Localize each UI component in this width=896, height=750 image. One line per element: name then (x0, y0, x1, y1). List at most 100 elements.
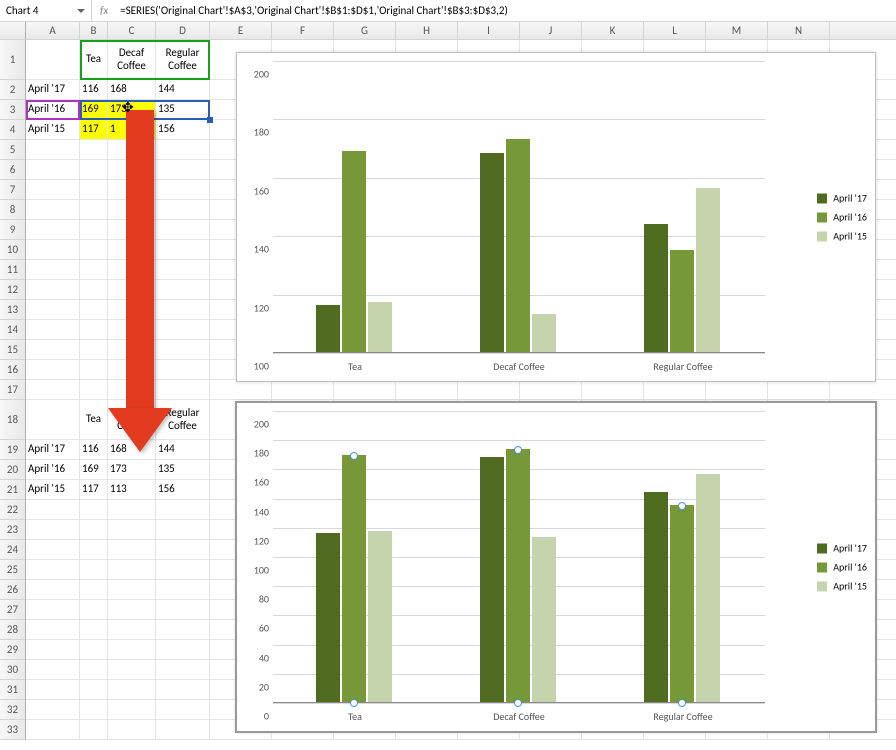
col-header[interactable]: J (520, 22, 582, 39)
formula-bar[interactable]: fx (92, 0, 896, 21)
select-all-corner[interactable] (0, 22, 26, 39)
row-header[interactable]: 15 (0, 340, 25, 360)
cell[interactable]: 173 (108, 460, 156, 479)
selection-handle-icon[interactable] (207, 117, 213, 123)
bar[interactable] (368, 302, 392, 352)
bar[interactable] (644, 224, 668, 352)
row-header[interactable]: 4 (0, 120, 25, 140)
row-header[interactable]: 17 (0, 380, 25, 400)
col-header[interactable]: D (156, 22, 210, 39)
bar[interactable] (506, 449, 530, 702)
row-header[interactable]: 30 (0, 660, 25, 680)
cell[interactable]: 169 (80, 100, 108, 119)
cell[interactable]: April '15 (26, 480, 80, 499)
row-header[interactable]: 11 (0, 260, 25, 280)
bar[interactable] (506, 139, 530, 352)
chart-object-1[interactable]: April '17 April '16 April '15 1001201401… (236, 52, 876, 382)
chart-legend[interactable]: April '17 April '16 April '15 (817, 536, 867, 599)
bar[interactable] (480, 457, 504, 702)
row-header[interactable]: 18 (0, 400, 25, 440)
bar[interactable] (532, 314, 556, 352)
cell[interactable]: 168 (108, 80, 156, 99)
legend-item[interactable]: April '15 (817, 230, 867, 243)
row-header[interactable]: 21 (0, 480, 25, 500)
chart-object-2-selected[interactable]: April '17 April '16 April '15 0204060801… (236, 402, 876, 732)
bar[interactable] (696, 188, 720, 352)
legend-item[interactable]: April '15 (817, 580, 867, 593)
col-header[interactable]: E (210, 22, 272, 39)
row-header[interactable]: 13 (0, 300, 25, 320)
col-header[interactable]: G (334, 22, 396, 39)
cell[interactable]: April '16 (26, 460, 80, 479)
plot-area[interactable] (273, 61, 765, 353)
cell[interactable]: 156 (156, 480, 210, 499)
cell[interactable]: 156 (156, 120, 210, 139)
cell[interactable]: 173 (108, 100, 156, 119)
legend-item[interactable]: April '16 (817, 561, 867, 574)
row-header[interactable]: 12 (0, 280, 25, 300)
row-header[interactable]: 26 (0, 580, 25, 600)
row-header[interactable]: 32 (0, 700, 25, 720)
name-box[interactable]: Chart 4 (0, 0, 92, 21)
chart-legend[interactable]: April '17 April '16 April '15 (817, 186, 867, 249)
row-header[interactable]: 24 (0, 540, 25, 560)
row-header[interactable]: 10 (0, 240, 25, 260)
cell[interactable]: April '17 (26, 440, 80, 459)
cell[interactable]: 1 (108, 120, 156, 139)
cell[interactable]: April '17 (26, 80, 80, 99)
col-header[interactable]: A (26, 22, 80, 39)
cell[interactable]: Decaf Coffee (108, 40, 156, 79)
col-header[interactable]: N (768, 22, 830, 39)
cell[interactable]: Tea (80, 40, 108, 79)
bar[interactable] (696, 474, 720, 702)
cell[interactable]: 116 (80, 80, 108, 99)
plot-area[interactable] (273, 411, 765, 703)
row-header[interactable]: 19 (0, 440, 25, 460)
col-header[interactable]: I (458, 22, 520, 39)
row-header[interactable]: 23 (0, 520, 25, 540)
cell[interactable]: 135 (156, 100, 210, 119)
row-header[interactable]: 16 (0, 360, 25, 380)
row-header[interactable]: 1 (0, 40, 25, 80)
col-header[interactable]: M (706, 22, 768, 39)
bar[interactable] (532, 537, 556, 702)
row-header[interactable]: 14 (0, 320, 25, 340)
cell[interactable]: April '15 (26, 120, 80, 139)
bar[interactable] (480, 153, 504, 352)
row-header[interactable]: 5 (0, 140, 25, 160)
cell[interactable]: 113 (108, 480, 156, 499)
cell[interactable]: 168 (108, 440, 156, 459)
row-header[interactable]: 28 (0, 620, 25, 640)
formula-input[interactable] (118, 3, 896, 18)
cell[interactable]: Tea (80, 400, 108, 439)
row-header[interactable]: 9 (0, 220, 25, 240)
cell[interactable]: Regular Coffee (156, 40, 210, 79)
row-header[interactable]: 33 (0, 720, 25, 740)
legend-item[interactable]: April '17 (817, 542, 867, 555)
cell[interactable]: 117 (80, 120, 108, 139)
cell[interactable]: 135 (156, 460, 210, 479)
bar[interactable] (644, 492, 668, 702)
col-header[interactable]: B (80, 22, 108, 39)
col-header[interactable]: L (644, 22, 706, 39)
legend-item[interactable]: April '17 (817, 192, 867, 205)
bar[interactable] (670, 505, 694, 702)
cell[interactable]: Regular Coffee (156, 400, 210, 439)
row-header[interactable]: 29 (0, 640, 25, 660)
cell[interactable]: 144 (156, 440, 210, 459)
bar[interactable] (342, 151, 366, 352)
cell[interactable]: April '16 (26, 100, 80, 119)
row-header[interactable]: 3 (0, 100, 25, 120)
cell[interactable]: Decaf Coffee (108, 400, 156, 439)
cell[interactable]: 117 (80, 480, 108, 499)
cells-area[interactable]: Tea Decaf Coffee Regular Coffee April '1… (26, 40, 896, 740)
cell[interactable]: 116 (80, 440, 108, 459)
cell[interactable]: 169 (80, 460, 108, 479)
bar[interactable] (342, 455, 366, 702)
bar[interactable] (368, 531, 392, 702)
row-header[interactable]: 8 (0, 200, 25, 220)
row-header[interactable]: 27 (0, 600, 25, 620)
row-header[interactable]: 7 (0, 180, 25, 200)
col-header[interactable]: F (272, 22, 334, 39)
legend-item[interactable]: April '16 (817, 211, 867, 224)
